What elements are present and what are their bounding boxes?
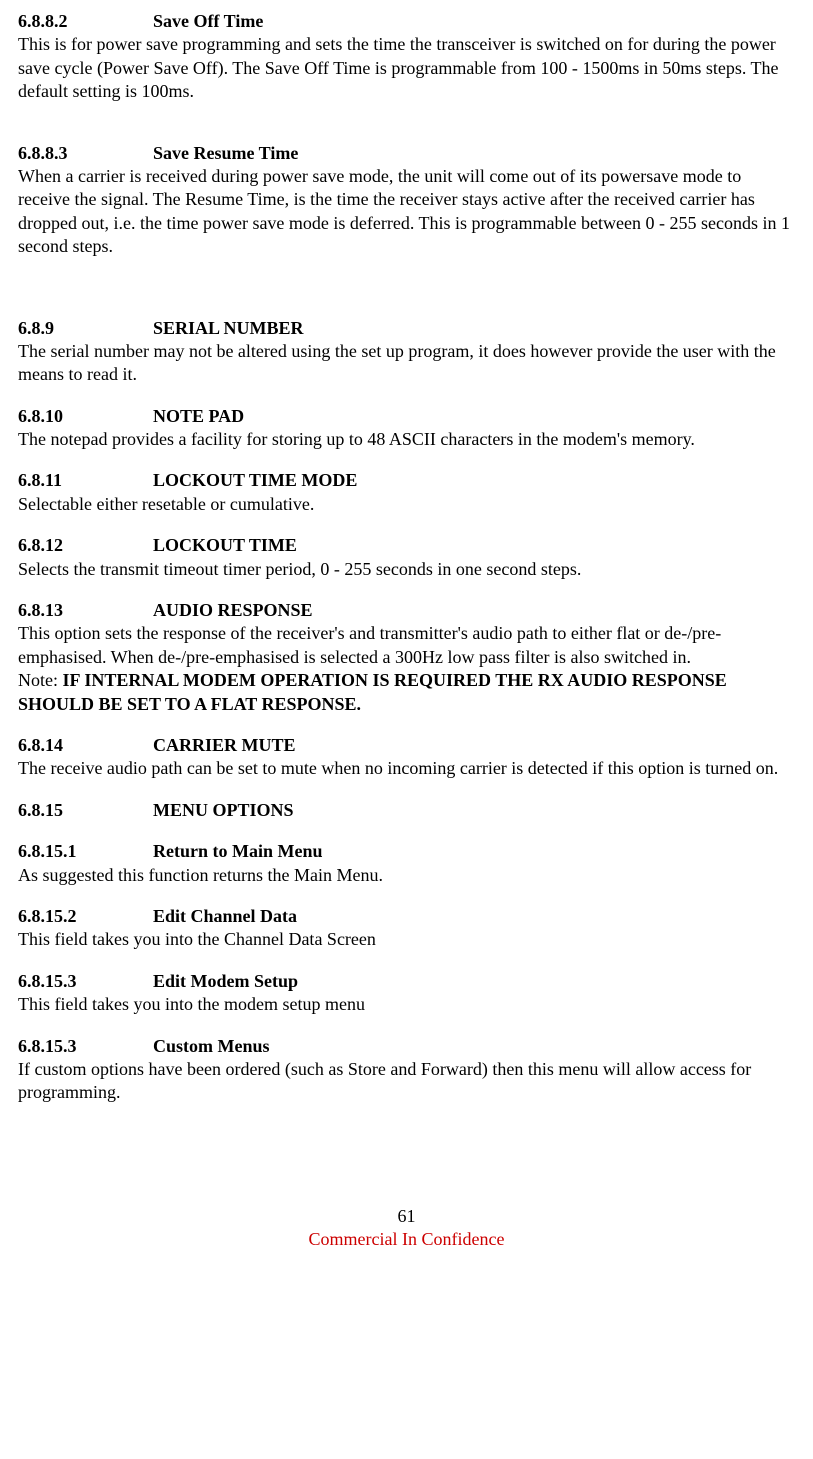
heading-6-8-12: 6.8.12LOCKOUT TIME [18,534,795,557]
body-6-8-15-1: As suggested this function returns the M… [18,864,795,887]
heading-number: 6.8.15 [18,799,153,822]
body-6-8-15-3a: This field takes you into the modem setu… [18,993,795,1016]
section-6-8-15-3b: 6.8.15.3Custom Menus If custom options h… [18,1035,795,1105]
heading-6-8-8-2: 6.8.8.2Save Off Time [18,10,795,33]
heading-title: MENU OPTIONS [153,800,294,820]
section-6-8-8-3: 6.8.8.3Save Resume Time When a carrier i… [18,142,795,259]
section-6-8-9: 6.8.9SERIAL NUMBER The serial number may… [18,317,795,387]
heading-title: Edit Modem Setup [153,971,298,991]
heading-title: Save Off Time [153,11,263,31]
section-6-8-15: 6.8.15MENU OPTIONS [18,799,795,822]
note-bold-text: IF INTERNAL MODEM OPERATION IS REQUIRED … [18,670,727,713]
section-6-8-15-3a: 6.8.15.3Edit Modem Setup This field take… [18,970,795,1017]
body-6-8-13: This option sets the response of the rec… [18,622,795,669]
section-6-8-10: 6.8.10NOTE PAD The notepad provides a fa… [18,405,795,452]
heading-number: 6.8.8.2 [18,10,153,33]
heading-number: 6.8.13 [18,599,153,622]
heading-number: 6.8.15.3 [18,1035,153,1058]
heading-title: NOTE PAD [153,406,244,426]
heading-6-8-15: 6.8.15MENU OPTIONS [18,799,795,822]
section-6-8-15-1: 6.8.15.1Return to Main Menu As suggested… [18,840,795,887]
heading-title: SERIAL NUMBER [153,318,304,338]
page-footer: 61 Commercial In Confidence [18,1205,795,1252]
body-6-8-10: The notepad provides a facility for stor… [18,428,795,451]
heading-6-8-11: 6.8.11LOCKOUT TIME MODE [18,469,795,492]
heading-title: LOCKOUT TIME MODE [153,470,357,490]
heading-6-8-15-1: 6.8.15.1Return to Main Menu [18,840,795,863]
heading-6-8-15-2: 6.8.15.2Edit Channel Data [18,905,795,928]
heading-number: 6.8.14 [18,734,153,757]
heading-6-8-9: 6.8.9SERIAL NUMBER [18,317,795,340]
heading-6-8-13: 6.8.13AUDIO RESPONSE [18,599,795,622]
confidential-notice: Commercial In Confidence [18,1228,795,1251]
note-prefix: Note: [18,670,63,690]
heading-title: Custom Menus [153,1036,270,1056]
heading-title: Edit Channel Data [153,906,297,926]
body-6-8-8-2: This is for power save programming and s… [18,33,795,103]
heading-6-8-14: 6.8.14CARRIER MUTE [18,734,795,757]
body-6-8-9: The serial number may not be altered usi… [18,340,795,387]
heading-title: Return to Main Menu [153,841,323,861]
section-6-8-8-2: 6.8.8.2Save Off Time This is for power s… [18,10,795,104]
heading-6-8-15-3b: 6.8.15.3Custom Menus [18,1035,795,1058]
heading-number: 6.8.10 [18,405,153,428]
heading-title: AUDIO RESPONSE [153,600,313,620]
heading-number: 6.8.12 [18,534,153,557]
note-6-8-13: Note: IF INTERNAL MODEM OPERATION IS REQ… [18,669,795,716]
body-6-8-15-2: This field takes you into the Channel Da… [18,928,795,951]
heading-number: 6.8.15.2 [18,905,153,928]
heading-number: 6.8.15.3 [18,970,153,993]
body-6-8-14: The receive audio path can be set to mut… [18,757,795,780]
section-6-8-12: 6.8.12LOCKOUT TIME Selects the transmit … [18,534,795,581]
section-6-8-13: 6.8.13AUDIO RESPONSE This option sets th… [18,599,795,716]
heading-6-8-15-3a: 6.8.15.3Edit Modem Setup [18,970,795,993]
body-6-8-11: Selectable either resetable or cumulativ… [18,493,795,516]
heading-number: 6.8.15.1 [18,840,153,863]
heading-title: LOCKOUT TIME [153,535,297,555]
section-6-8-14: 6.8.14CARRIER MUTE The receive audio pat… [18,734,795,781]
heading-number: 6.8.9 [18,317,153,340]
heading-number: 6.8.11 [18,469,153,492]
section-6-8-15-2: 6.8.15.2Edit Channel Data This field tak… [18,905,795,952]
heading-6-8-10: 6.8.10NOTE PAD [18,405,795,428]
section-6-8-11: 6.8.11LOCKOUT TIME MODE Selectable eithe… [18,469,795,516]
heading-title: CARRIER MUTE [153,735,296,755]
heading-number: 6.8.8.3 [18,142,153,165]
body-6-8-12: Selects the transmit timeout timer perio… [18,558,795,581]
heading-title: Save Resume Time [153,143,298,163]
body-6-8-8-3: When a carrier is received during power … [18,165,795,259]
body-6-8-15-3b: If custom options have been ordered (suc… [18,1058,795,1105]
page-number: 61 [18,1205,795,1228]
heading-6-8-8-3: 6.8.8.3Save Resume Time [18,142,795,165]
